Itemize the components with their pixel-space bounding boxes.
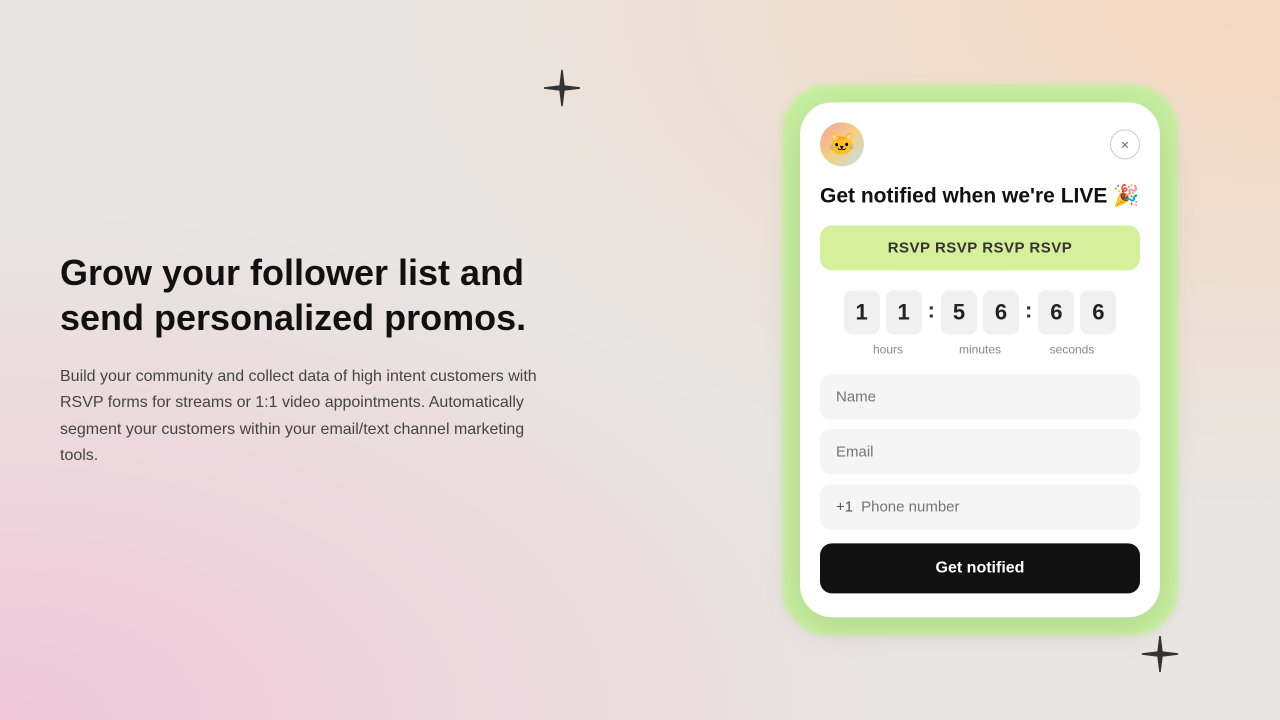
sec-digit-2: 6: [1080, 291, 1116, 335]
sec-digit-1: 6: [1038, 291, 1074, 335]
seconds-label: seconds: [1033, 343, 1111, 357]
left-panel: Grow your follower list and send persona…: [60, 250, 540, 470]
close-button[interactable]: ×: [1110, 129, 1140, 159]
sep-2: :: [1025, 298, 1032, 324]
country-code: +1: [836, 485, 853, 530]
get-notified-button[interactable]: Get notified: [820, 544, 1140, 594]
sub-text: Build your community and collect data of…: [60, 364, 540, 470]
countdown-labels: hours minutes seconds: [820, 343, 1140, 357]
phone-title: Get notified when we're LIVE 🎉: [820, 182, 1140, 209]
phone-field-wrapper: +1: [820, 485, 1140, 530]
avatar: 🐱: [820, 122, 864, 166]
phone-header: 🐱 ×: [820, 122, 1140, 166]
hour-digit-2: 1: [886, 291, 922, 335]
countdown-row: 1 1 : 5 6 : 6 6: [820, 291, 1140, 335]
phone-card: 🐱 × Get notified when we're LIVE 🎉 RSVP …: [800, 102, 1160, 617]
phone-input[interactable]: [861, 485, 1124, 530]
phone-mockup: 🐱 × Get notified when we're LIVE 🎉 RSVP …: [800, 102, 1160, 617]
main-heading: Grow your follower list and send persona…: [60, 250, 540, 340]
minutes-label: minutes: [941, 343, 1019, 357]
sep-1: :: [928, 298, 935, 324]
name-input[interactable]: [820, 375, 1140, 420]
min-digit-2: 6: [983, 291, 1019, 335]
hour-digit-1: 1: [844, 291, 880, 335]
min-digit-1: 5: [941, 291, 977, 335]
rsvp-button[interactable]: RSVP RSVP RSVP RSVP: [820, 226, 1140, 271]
email-input[interactable]: [820, 430, 1140, 475]
hours-label: hours: [849, 343, 927, 357]
